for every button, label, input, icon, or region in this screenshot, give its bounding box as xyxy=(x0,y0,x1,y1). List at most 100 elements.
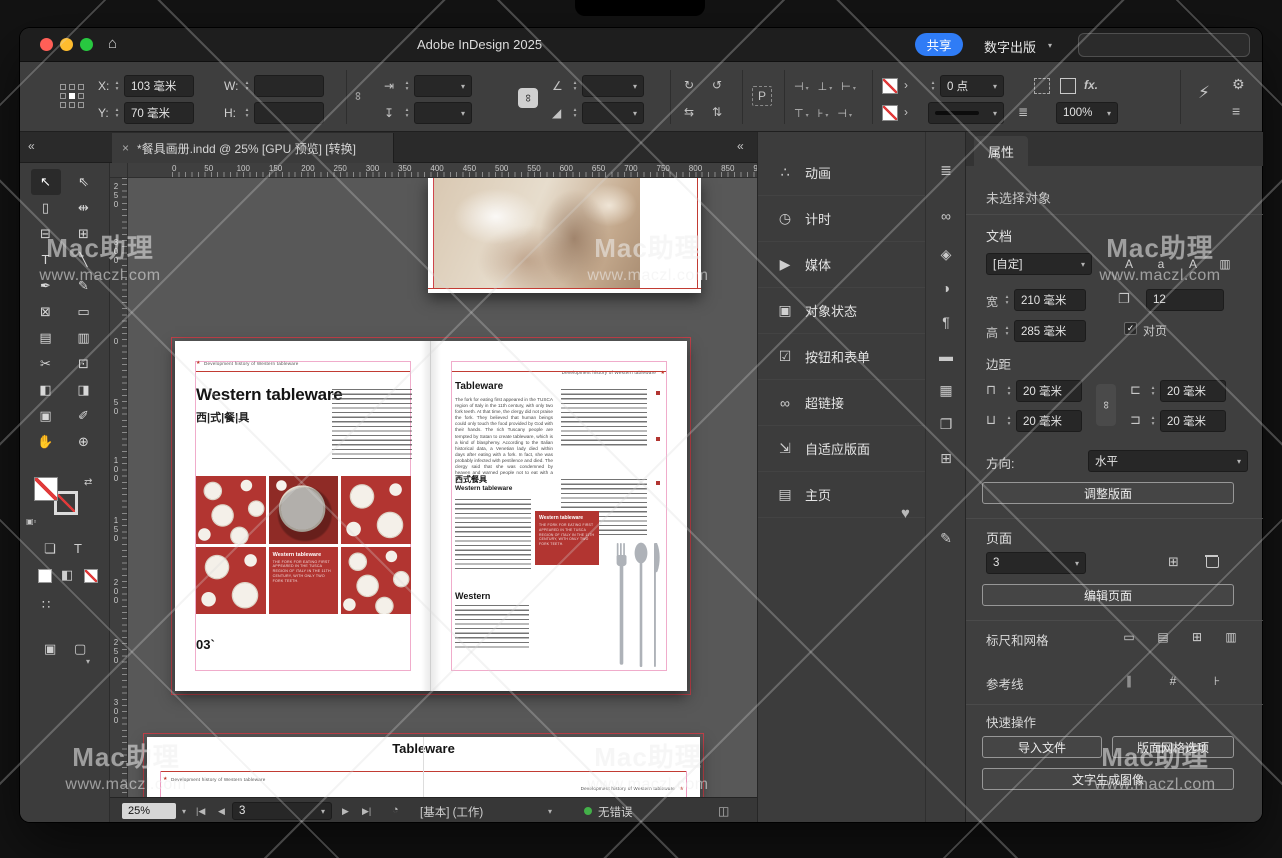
rotate-cw-icon[interactable]: ↻ xyxy=(684,78,694,92)
close-tab-icon[interactable]: × xyxy=(122,141,129,155)
right-page-title[interactable]: Tableware xyxy=(455,381,503,392)
stroke-color-swatch[interactable] xyxy=(882,105,898,121)
scale-y-stepper-icon[interactable] xyxy=(402,102,412,124)
zoom-caret-icon[interactable]: ▾ xyxy=(182,807,186,816)
selection-tool[interactable]: ↖ xyxy=(31,169,61,195)
page-number-field[interactable]: 3 xyxy=(232,802,332,820)
rectangle-tool[interactable]: ▭ xyxy=(69,299,99,325)
next-page-icon[interactable]: ▶ xyxy=(342,806,349,817)
text-tile[interactable]: Western tableware THE FORK FOR EATING FI… xyxy=(269,547,339,615)
panel-object-states[interactable]: ▣对象状态 xyxy=(758,288,925,334)
height-stepper-icon[interactable] xyxy=(1002,320,1012,342)
panel-master-pages[interactable]: ▤主页 xyxy=(758,472,925,518)
document-grid-icon[interactable]: ⊞ xyxy=(1184,626,1210,648)
view-options-icon[interactable]: ∷ xyxy=(42,597,50,613)
scale-y-field[interactable] xyxy=(414,102,472,124)
y-field[interactable]: 70 毫米 xyxy=(124,102,194,124)
anchor-icon[interactable]: ⊤▾ xyxy=(794,107,809,120)
next-spread[interactable]: Tableware ★ Development history of Weste… xyxy=(147,737,700,797)
fx-icon[interactable]: fx. xyxy=(1084,78,1098,92)
shear-stepper-icon[interactable] xyxy=(570,102,580,124)
preflight-profile[interactable]: [基本] (工作) xyxy=(420,804,483,820)
swatches-panel-icon[interactable]: ▦ xyxy=(926,382,966,399)
fill-swatch[interactable] xyxy=(34,477,58,501)
page-tool[interactable]: ▯ xyxy=(31,195,61,221)
links-panel-icon[interactable]: ∞ xyxy=(926,208,966,224)
fill-chevron-icon[interactable]: › xyxy=(904,78,908,92)
gear-icon[interactable]: ⚙ xyxy=(1232,77,1245,91)
panel-animation[interactable]: ∴动画 xyxy=(758,150,925,196)
rotate-ccw-icon[interactable]: ↺ xyxy=(712,78,722,92)
ruler-corner[interactable] xyxy=(110,163,128,178)
apply-color-button[interactable] xyxy=(38,569,52,583)
width-field[interactable]: 210 毫米 xyxy=(1014,289,1086,311)
sliders-panel-icon[interactable]: ≣ xyxy=(926,162,966,179)
formatting-affects-text-icon[interactable]: T xyxy=(74,541,82,556)
lock-guides-icon[interactable]: ⊦ xyxy=(1204,670,1230,692)
scissors-tool[interactable]: ✂ xyxy=(31,351,61,377)
left-page-title[interactable]: Western tableware xyxy=(196,385,343,405)
plates-image-tile[interactable] xyxy=(196,476,266,544)
draw-panel-icon[interactable]: ✎ xyxy=(926,530,966,547)
constrain-wh-icon[interactable]: ∞ xyxy=(351,92,365,101)
content-collector-tool[interactable]: ⊟ xyxy=(31,221,61,247)
panel-menu-icon[interactable]: ≡ xyxy=(1232,104,1240,118)
adjust-font-icon[interactable]: A xyxy=(1116,253,1142,275)
canvas[interactable]: ★ Development history of Western tablewa… xyxy=(128,178,757,797)
preflight-caret-icon[interactable]: ▾ xyxy=(548,807,552,816)
h-field[interactable] xyxy=(254,102,324,124)
margin-bottom-field[interactable]: 20 毫米 xyxy=(1016,410,1082,432)
panel-hyperlinks[interactable]: ∞超链接 xyxy=(758,380,925,426)
search-input[interactable] xyxy=(1078,33,1250,57)
default-fill-stroke-icon[interactable]: ▣▫ xyxy=(26,517,36,526)
paragraph-panel-icon[interactable]: ¶ xyxy=(926,314,966,330)
panel-buttons-forms[interactable]: ☑按钮和表单 xyxy=(758,334,925,380)
gradient-swatch-tool[interactable]: ◧ xyxy=(31,377,61,403)
panel-liquid-layout[interactable]: ⇲自适应版面 xyxy=(758,426,925,472)
text-block-placeholder[interactable] xyxy=(332,389,412,459)
previous-spread[interactable] xyxy=(428,178,701,293)
pencil-tool[interactable]: ✎ xyxy=(69,273,99,299)
adjust-text-icon[interactable]: A xyxy=(1180,253,1206,275)
direct-selection-tool[interactable]: ⇖ xyxy=(69,169,99,195)
delete-page-icon[interactable] xyxy=(1206,554,1217,568)
layout-grid-options-button[interactable]: 版面网格选项 xyxy=(1112,736,1234,758)
share-button[interactable]: 共享 xyxy=(915,33,963,56)
section-title[interactable]: Western xyxy=(455,591,490,601)
note-tool[interactable]: ▣ xyxy=(31,403,61,429)
subhead-en[interactable]: Western tableware xyxy=(455,485,512,492)
y-stepper-icon[interactable] xyxy=(112,102,122,124)
margin-outside-stepper-icon[interactable] xyxy=(1148,410,1158,432)
ruler-icon[interactable]: ▭ xyxy=(1116,626,1142,648)
stroke-weight-field[interactable]: 0 点 xyxy=(940,75,1004,97)
edit-pages-button[interactable]: 编辑页面 xyxy=(982,584,1234,606)
publish-caret-icon[interactable]: ▾ xyxy=(1048,41,1052,50)
minimize-window-button[interactable] xyxy=(60,38,73,51)
anchor-icon[interactable]: ⊦▾ xyxy=(818,107,829,120)
horizontal-grid-tool[interactable]: ▤ xyxy=(31,325,61,351)
import-file-button[interactable]: 导入文件 xyxy=(982,736,1102,758)
preflight-icon[interactable]: ◔ xyxy=(392,804,399,816)
free-transform-tool[interactable]: ⊡ xyxy=(69,351,99,377)
guides-icon[interactable]: ∥ xyxy=(1116,670,1142,692)
margin-top-field[interactable]: 20 毫米 xyxy=(1016,380,1082,402)
orientation-dropdown[interactable]: 水平 xyxy=(1088,450,1248,472)
facing-pages-checkbox[interactable]: ✓ xyxy=(1124,322,1137,335)
frame-grid-icon[interactable]: ▥ xyxy=(1218,626,1244,648)
tab-properties[interactable]: 属性 xyxy=(974,136,1028,166)
adjust-layout-button[interactable]: 调整版面 xyxy=(982,482,1234,504)
adjust-lowercase-icon[interactable]: a xyxy=(1148,253,1174,275)
add-page-icon[interactable]: ⊞ xyxy=(1168,554,1179,570)
w-stepper-icon[interactable] xyxy=(242,75,252,97)
current-spread[interactable]: ★ Development history of Western tablewa… xyxy=(175,341,687,691)
reference-point-proxy[interactable] xyxy=(60,84,84,108)
line-tool[interactable]: ╲ xyxy=(69,247,99,273)
close-window-button[interactable] xyxy=(40,38,53,51)
corner-options-icon[interactable] xyxy=(1034,78,1050,94)
horizontal-ruler[interactable]: 0501001502002503003504004505005506006507… xyxy=(128,163,757,178)
layers-panel-icon[interactable]: ◈ xyxy=(926,246,966,263)
previous-page-icon[interactable]: ◀ xyxy=(218,806,225,817)
stroke-panel-icon[interactable]: ▬ xyxy=(926,348,966,364)
x-stepper-icon[interactable] xyxy=(112,75,122,97)
home-icon[interactable]: ⌂ xyxy=(108,36,117,52)
